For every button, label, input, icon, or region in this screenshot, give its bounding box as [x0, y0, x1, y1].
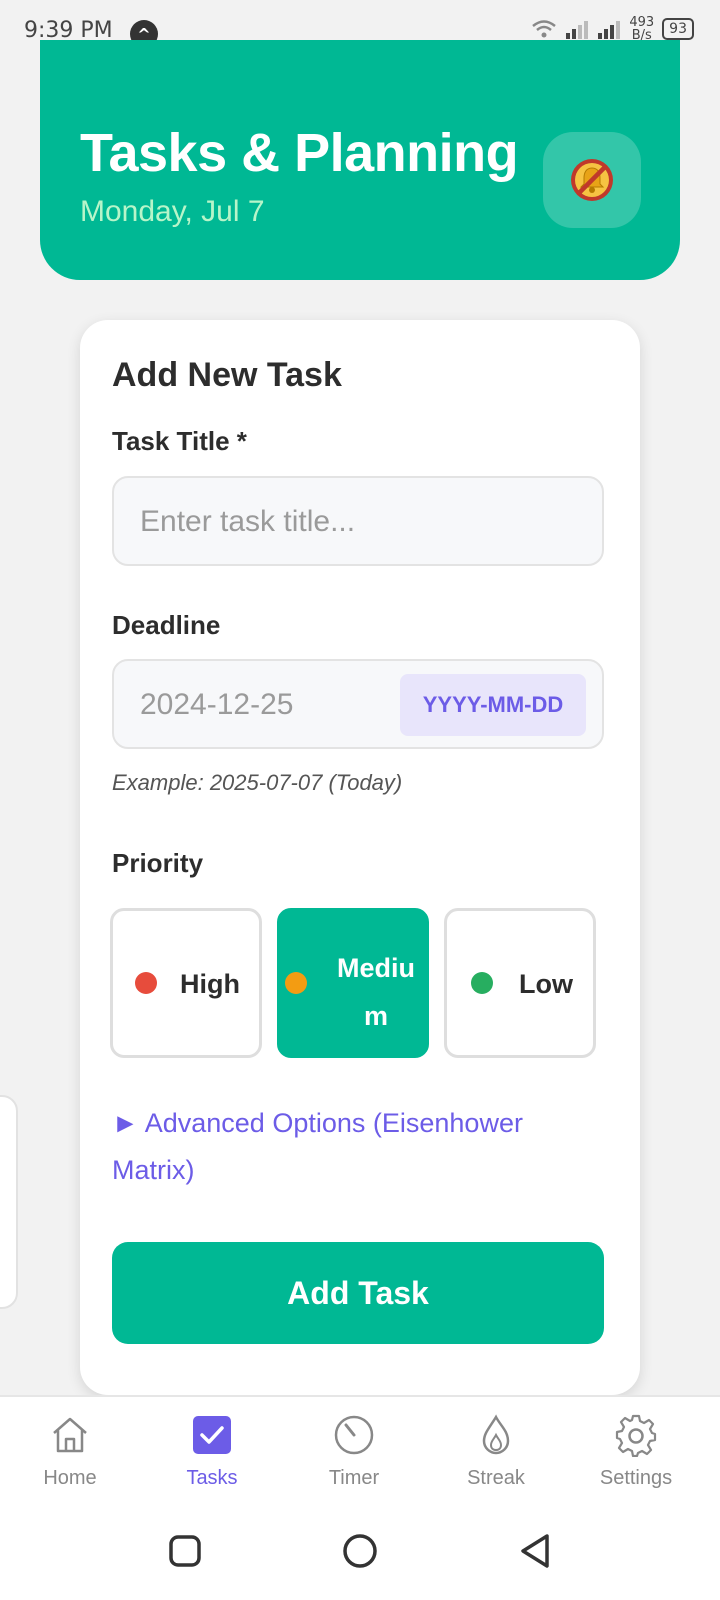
nav-label-streak: Streak [467, 1467, 525, 1489]
priority-low-button[interactable]: Low [444, 908, 596, 1058]
system-nav-bar [0, 1505, 720, 1600]
nav-label-home: Home [43, 1467, 97, 1489]
recent-apps-icon[interactable] [165, 1531, 205, 1571]
priority-low-label: Low [519, 969, 573, 999]
nav-label-timer: Timer [328, 1467, 380, 1489]
nav-item-streak[interactable]: Streak [436, 1397, 556, 1507]
priority-high-dot [135, 972, 157, 994]
nav-item-settings[interactable]: Settings [576, 1397, 696, 1507]
nav-label-settings: Settings [599, 1467, 673, 1489]
gear-icon [615, 1414, 657, 1457]
date-format-badge: YYYY-MM-DD [400, 674, 586, 736]
nav-item-home[interactable]: Home [10, 1397, 130, 1507]
nav-label-tasks: Tasks [186, 1467, 238, 1489]
nav-item-tasks[interactable]: Tasks [152, 1397, 272, 1507]
header-date: Monday, Jul 7 [80, 195, 265, 228]
battery-icon: 93 [662, 18, 694, 40]
home-icon [53, 1417, 87, 1453]
side-panel-edge [0, 1095, 18, 1309]
priority-medium-button[interactable]: Mediu m [277, 908, 429, 1058]
task-title-field-box [112, 476, 604, 566]
network-speed: 493 B/s [629, 16, 654, 42]
home-circle-icon[interactable] [340, 1531, 380, 1571]
flame-icon [482, 1414, 510, 1455]
priority-high-button[interactable]: High [110, 908, 262, 1058]
deadline-example: Example: 2025-07-07 (Today) [112, 770, 403, 795]
priority-medium-dot [285, 972, 307, 994]
page-title: Tasks & Planning [80, 123, 519, 183]
add-task-card: Add New Task Task Title * Deadline YYYY-… [80, 320, 640, 1395]
notification-toggle-button[interactable] [543, 132, 641, 228]
task-title-input[interactable] [138, 478, 582, 566]
timer-icon [334, 1415, 374, 1455]
priority-medium-label: Mediu m [337, 953, 415, 1031]
nav-item-timer[interactable]: Timer [294, 1397, 414, 1507]
bell-muted-icon [571, 159, 613, 201]
priority-low-dot [471, 972, 493, 994]
deadline-input[interactable] [138, 661, 382, 749]
status-icons: 493 B/s 93 [531, 16, 694, 42]
back-triangle-icon[interactable] [515, 1531, 555, 1571]
add-task-button[interactable]: Add Task [112, 1242, 604, 1344]
deadline-field-box: YYYY-MM-DD [112, 659, 604, 749]
card-title: Add New Task [112, 356, 342, 394]
checkbox-icon [193, 1416, 231, 1454]
bottom-nav: Home Tasks Timer Streak Settings [0, 1395, 720, 1507]
signal-icon-2 [598, 21, 621, 39]
signal-icon-1 [566, 21, 589, 39]
deadline-label: Deadline [112, 610, 221, 640]
priority-high-label: High [180, 969, 240, 999]
advanced-options-toggle[interactable]: ► Advanced Options (Eisenhower Matrix) [112, 1100, 582, 1194]
header: Tasks & Planning Monday, Jul 7 [40, 40, 680, 280]
priority-label: Priority [112, 848, 204, 878]
wifi-icon [532, 20, 557, 38]
task-title-label: Task Title * [112, 426, 247, 456]
